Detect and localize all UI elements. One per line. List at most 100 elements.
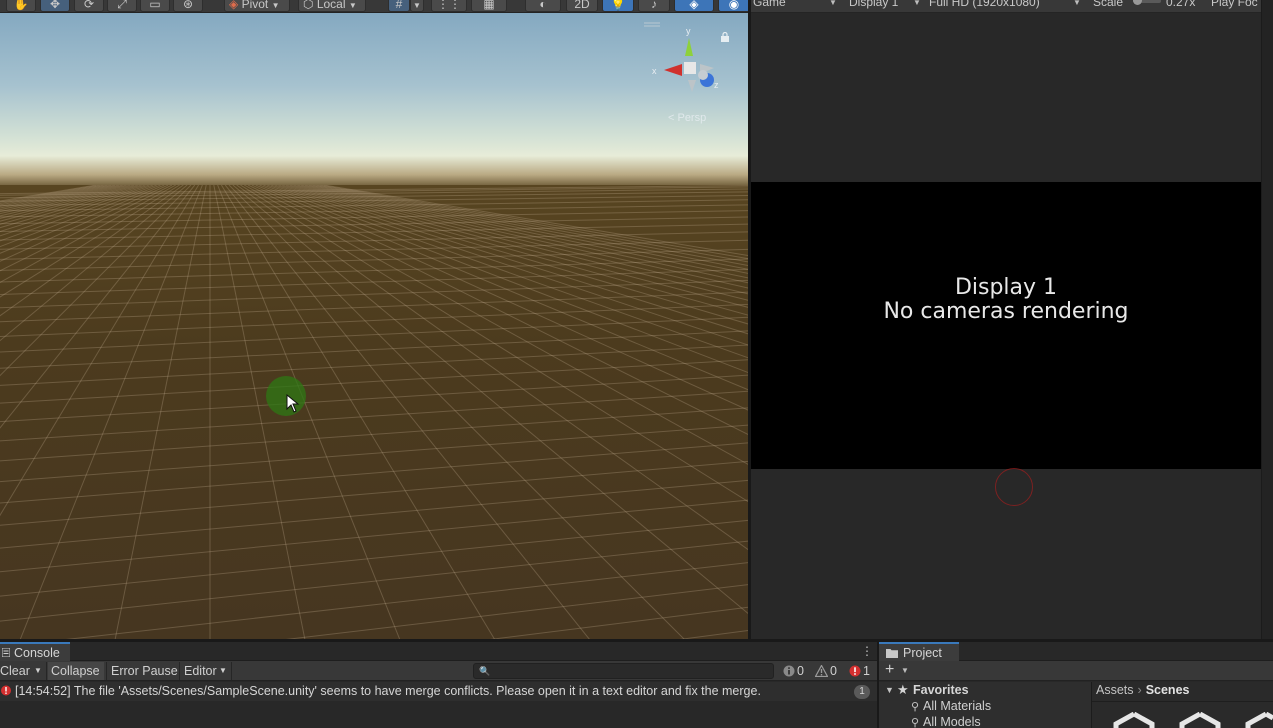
collapse-toggle[interactable]: Collapse <box>48 662 104 680</box>
grid-line <box>0 330 748 369</box>
expand-arrow-icon[interactable]: ▼ <box>885 685 894 695</box>
chevron-down-icon: ▼ <box>348 1 357 10</box>
chevron-right-icon: › <box>1137 683 1142 697</box>
error-icon <box>1 685 11 696</box>
unity-scene-icon[interactable] <box>1112 712 1156 728</box>
breadcrumb-current[interactable]: Scenes <box>1146 683 1190 697</box>
console-search-input[interactable]: 🔍 <box>473 663 774 679</box>
play-focus-dropdown[interactable]: Play Foc <box>1211 0 1258 9</box>
project-panel: Project + ▼ ▼ ★ Favorites ⚲ All Materials… <box>879 642 1273 728</box>
snap-increment-button[interactable]: ⋮⋮ <box>431 0 467 12</box>
z-axis-label: z <box>714 80 719 90</box>
favorite-item-all-materials[interactable]: ⚲ All Materials <box>911 699 991 713</box>
scale-tool-button[interactable]: ⤢ <box>107 0 137 12</box>
game-view-scrollbar[interactable] <box>1261 0 1273 640</box>
error-icon <box>849 665 861 677</box>
pivot-label: Pivot <box>241 0 269 11</box>
rect-icon: ▭ <box>149 0 161 11</box>
lighting-toggle[interactable]: 💡 <box>602 0 634 12</box>
game-view[interactable]: Game ▼ Display 1 ▼ Full HD (1920x1080) ▼… <box>751 0 1273 640</box>
scene-view[interactable]: ✋ ✥ ⟳ ⤢ ▭ ⊛ ◈ Pivot ▼ ⬡ Local ▼ # ▼ ⋮⋮ ▦… <box>0 0 748 640</box>
local-icon: ⬡ <box>303 0 314 11</box>
more-menu-icon[interactable]: ⋮ <box>861 644 873 658</box>
project-tab-label: Project <box>903 646 942 660</box>
neg-y-cone <box>688 80 696 92</box>
breadcrumb-underline <box>1092 701 1273 702</box>
grid-line <box>114 185 207 640</box>
pivot-icon: ◈ <box>229 0 239 11</box>
pivot-dropdown[interactable]: ◈ Pivot ▼ <box>224 0 290 12</box>
grid-snap-dropdown[interactable]: ▼ <box>410 0 424 12</box>
clear-options-chevron-icon[interactable]: ▼ <box>34 662 42 680</box>
grid-line <box>0 210 748 225</box>
error-pause-toggle[interactable]: Error Pause <box>111 662 178 680</box>
draw-mode-dropdown[interactable]: ◐ <box>525 0 561 12</box>
scene-visibility-toggle[interactable]: ◉ <box>718 0 748 12</box>
grid-line <box>0 316 748 353</box>
toolbar-separator <box>106 662 107 680</box>
chevron-down-icon: ▼ <box>413 1 421 10</box>
grid-visibility-button[interactable]: ▦ <box>471 0 507 12</box>
grid-line <box>0 279 748 309</box>
grid-line <box>0 479 748 549</box>
grid-line <box>0 185 154 237</box>
display-dropdown[interactable]: Display 1 <box>849 0 898 9</box>
projection-toggle[interactable]: < Persp <box>668 112 706 124</box>
snap-icon: ⋮⋮ <box>437 0 461 11</box>
tab-project[interactable]: Project <box>879 642 959 661</box>
grid-line <box>0 499 748 573</box>
grid-line <box>0 185 100 203</box>
transform-tool-button[interactable]: ⊛ <box>173 0 203 12</box>
y-axis-cone[interactable] <box>685 38 693 56</box>
resolution-dropdown[interactable]: Full HD (1920x1080) <box>929 0 1040 9</box>
move-tool-button[interactable]: ✥ <box>40 0 70 12</box>
add-icon[interactable]: + <box>885 661 894 679</box>
clear-button[interactable]: Clear <box>0 662 30 680</box>
effects-dropdown[interactable]: ◈ <box>674 0 714 12</box>
warning-count: 0 <box>830 664 837 678</box>
search-icon: 🔍 <box>479 666 491 676</box>
favorite-item-label: All Models <box>923 715 981 728</box>
console-icon <box>2 648 10 657</box>
grid-line <box>0 460 748 526</box>
x-axis-cone[interactable] <box>664 64 682 76</box>
grid-line <box>0 185 196 429</box>
chevron-down-icon[interactable]: ▼ <box>901 666 909 675</box>
grid-line <box>0 185 184 317</box>
unity-scene-icon[interactable] <box>1178 712 1222 728</box>
grid-line <box>0 185 146 229</box>
tab-console[interactable]: Console <box>0 642 70 661</box>
grid-line <box>0 185 157 242</box>
grid-line <box>0 185 161 248</box>
favorite-item-all-models[interactable]: ⚲ All Models <box>911 715 981 728</box>
scale-slider-handle[interactable] <box>1133 0 1142 5</box>
mode-2d-button[interactable]: 2D <box>566 0 598 12</box>
grid-snap-button[interactable]: # <box>388 0 410 12</box>
favorites-label[interactable]: Favorites <box>913 683 969 697</box>
error-count: 1 <box>863 664 870 678</box>
orientation-gizmo[interactable]: y x z <box>648 20 728 110</box>
rotate-tool-button[interactable]: ⟳ <box>74 0 104 12</box>
editor-dropdown[interactable]: Editor <box>184 662 217 680</box>
grid-line <box>243 185 748 465</box>
grid-line <box>0 540 748 622</box>
chevron-down-icon: ▼ <box>829 0 837 7</box>
view-type-dropdown[interactable]: Game <box>753 0 786 9</box>
y-axis-label: y <box>686 26 691 36</box>
warning-icon <box>815 665 828 677</box>
audio-toggle[interactable]: ♪ <box>638 0 670 12</box>
gizmo-center-cube[interactable] <box>684 62 696 74</box>
console-panel: Console ⋮ Clear ▼ Collapse Error Pause E… <box>0 642 877 728</box>
rect-tool-button[interactable]: ▭ <box>140 0 170 12</box>
folder-icon <box>886 649 898 658</box>
hand-tool-button[interactable]: ✋ <box>6 0 36 12</box>
local-dropdown[interactable]: ⬡ Local ▼ <box>298 0 366 12</box>
no-cameras-message: No cameras rendering <box>883 299 1129 324</box>
info-count: 0 <box>797 664 804 678</box>
breadcrumb-root[interactable]: Assets <box>1096 683 1134 697</box>
neg-z-cone <box>698 70 708 80</box>
grid-line <box>0 185 192 377</box>
console-log-entry[interactable]: [14:54:52] The file 'Assets/Scenes/Sampl… <box>0 682 877 701</box>
grid-line <box>0 359 748 404</box>
unity-scene-icon[interactable] <box>1244 712 1273 728</box>
